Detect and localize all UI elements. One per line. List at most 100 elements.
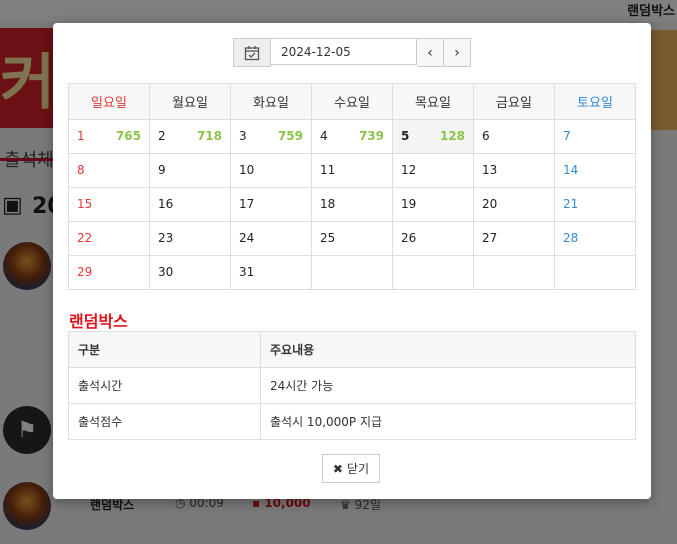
day-number: 4 (320, 129, 328, 143)
calendar-day[interactable]: 19 (392, 187, 474, 222)
day-score: 718 (196, 129, 222, 143)
weekday-monday: 월요일 (149, 83, 231, 120)
day-number: 31 (239, 265, 255, 279)
day-number: 5 (401, 129, 410, 143)
calendar-day[interactable]: 25 (311, 221, 393, 256)
calendar-day[interactable]: 30 (149, 255, 231, 290)
close-icon: ✖ (332, 461, 343, 476)
calendar-week-row: 1 765 2 718 3 759 4 739 5 128 6 7 (68, 119, 636, 154)
info-cell-value: 24시간 가능 (260, 367, 636, 404)
calendar-day[interactable]: 12 (392, 153, 474, 188)
day-number: 14 (563, 163, 579, 177)
calendar-day-empty (473, 255, 555, 290)
attendance-calendar: 일요일 월요일 화요일 수요일 목요일 금요일 토요일 1 765 2 718 37… (68, 83, 636, 290)
calendar-day[interactable]: 2 718 (149, 119, 231, 154)
weekday-friday: 금요일 (473, 83, 555, 120)
calendar-day[interactable]: 24 (230, 221, 312, 256)
info-row: 출석점수 출석시 10,000P 지급 (68, 403, 636, 440)
day-number: 2 (158, 129, 166, 143)
day-number: 23 (158, 231, 174, 245)
calendar-icon[interactable] (233, 38, 271, 67)
calendar-day[interactable]: 9 (149, 153, 231, 188)
day-score: 765 (115, 129, 141, 143)
day-number: 30 (158, 265, 174, 279)
day-number: 7 (563, 129, 571, 143)
day-number: 22 (77, 231, 93, 245)
calendar-day[interactable]: 23 (149, 221, 231, 256)
weekday-thursday: 목요일 (392, 83, 474, 120)
day-number: 3 (239, 129, 247, 143)
day-number: 9 (158, 163, 166, 177)
day-number: 29 (77, 265, 93, 279)
calendar-day[interactable]: 1 765 (68, 119, 150, 154)
day-number: 10 (239, 163, 255, 177)
calendar-day[interactable]: 8 (68, 153, 150, 188)
date-picker: 2024-12-05 ‹ › (233, 38, 471, 67)
calendar-day[interactable]: 27 (473, 221, 555, 256)
day-number: 1 (77, 129, 85, 143)
calendar-day[interactable]: 18 (311, 187, 393, 222)
day-score: 128 (439, 129, 465, 143)
calendar-day[interactable]: 14 (554, 153, 636, 188)
calendar-day[interactable]: 21 (554, 187, 636, 222)
day-number: 24 (239, 231, 255, 245)
weekday-wednesday: 수요일 (311, 83, 393, 120)
info-header-row: 구분 주요내용 (68, 331, 636, 368)
calendar-day[interactable]: 17 (230, 187, 312, 222)
calendar-day[interactable]: 13 (473, 153, 555, 188)
calendar-day[interactable]: 31 (230, 255, 312, 290)
day-number: 18 (320, 197, 336, 211)
weekday-tuesday: 화요일 (230, 83, 312, 120)
weekday-saturday: 토요일 (554, 83, 636, 120)
prev-month-button[interactable]: ‹ (417, 38, 444, 67)
date-input[interactable]: 2024-12-05 (271, 38, 417, 65)
info-header-content: 주요내용 (260, 331, 636, 368)
info-cell-label: 출석시간 (68, 367, 261, 404)
info-cell-label: 출석점수 (68, 403, 261, 440)
attendance-calendar-modal: 2024-12-05 ‹ › 일요일 월요일 화요일 수요일 목요일 금요일 토… (53, 23, 651, 499)
calendar-day[interactable]: 4 739 (311, 119, 393, 154)
next-month-button[interactable]: › (444, 38, 471, 67)
info-row: 출석시간 24시간 가능 (68, 367, 636, 404)
day-number: 28 (563, 231, 579, 245)
day-number: 27 (482, 231, 498, 245)
calendar-day[interactable]: 28 (554, 221, 636, 256)
attendance-info-table: 구분 주요내용 출석시간 24시간 가능 출석점수 출석시 10,000P 지급 (68, 331, 636, 440)
day-number: 12 (401, 163, 417, 177)
close-button[interactable]: ✖ 닫기 (322, 454, 380, 483)
info-cell-value: 출석시 10,000P 지급 (260, 403, 636, 440)
day-number: 19 (401, 197, 417, 211)
calendar-day-empty (554, 255, 636, 290)
calendar-day[interactable]: 6 (473, 119, 555, 154)
weekday-sunday: 일요일 (68, 83, 150, 120)
calendar-day[interactable]: 20 (473, 187, 555, 222)
day-number: 6 (482, 129, 490, 143)
calendar-week-row: 22 23 24 25 26 27 28 (68, 221, 636, 256)
day-number: 25 (320, 231, 336, 245)
calendar-day[interactable]: 22 (68, 221, 150, 256)
calendar-day[interactable]: 10 (230, 153, 312, 188)
calendar-day[interactable]: 3 759 (230, 119, 312, 154)
calendar-day-empty (311, 255, 393, 290)
calendar-day[interactable]: 26 (392, 221, 474, 256)
close-button-label: 닫기 (346, 462, 370, 476)
calendar-day[interactable]: 7 (554, 119, 636, 154)
calendar-day-today[interactable]: 5 128 (392, 119, 474, 154)
day-number: 15 (77, 197, 93, 211)
day-number: 8 (77, 163, 85, 177)
day-number: 20 (482, 197, 498, 211)
calendar-day-empty (392, 255, 474, 290)
calendar-day[interactable]: 16 (149, 187, 231, 222)
day-number: 26 (401, 231, 417, 245)
info-title: 랜덤박스 (69, 312, 128, 331)
day-score: 759 (277, 129, 303, 143)
calendar-day[interactable]: 15 (68, 187, 150, 222)
weekday-header-row: 일요일 월요일 화요일 수요일 목요일 금요일 토요일 (68, 83, 636, 120)
calendar-day[interactable]: 11 (311, 153, 393, 188)
day-number: 17 (239, 197, 255, 211)
day-number: 16 (158, 197, 174, 211)
calendar-week-row: 29 30 31 (68, 255, 636, 290)
calendar-day[interactable]: 29 (68, 255, 150, 290)
day-score: 739 (358, 129, 384, 143)
calendar-week-row: 15 16 17 18 19 20 21 (68, 187, 636, 222)
